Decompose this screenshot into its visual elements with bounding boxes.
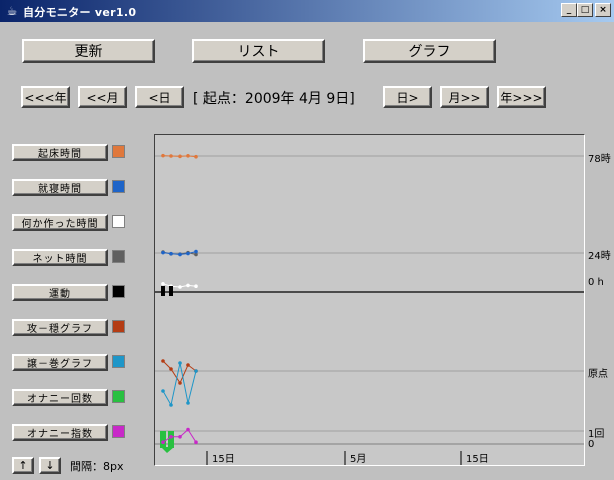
sleep-time-point: [178, 252, 182, 257]
minimize-button[interactable]: _: [561, 3, 577, 17]
count-arrow: [161, 447, 174, 453]
x-tick-label: 15日: [212, 454, 235, 465]
scroll-up-button[interactable]: ↑: [12, 457, 34, 474]
sleep-time-point: [169, 251, 173, 256]
update-button[interactable]: 更新: [22, 39, 155, 63]
axis-label-0h: 0 h: [588, 277, 604, 288]
next-month-button[interactable]: 月>>: [440, 86, 489, 108]
yield-roll-graph-point: [178, 361, 182, 365]
title-bar: ☕ 自分モニター ver1.0 _ □ ×: [0, 0, 614, 22]
sleep-time-point: [194, 249, 198, 254]
next-day-button[interactable]: 日>: [383, 86, 432, 108]
prev-year-button[interactable]: <<<年: [21, 86, 70, 108]
list-button[interactable]: リスト: [192, 39, 325, 63]
legend-button[interactable]: 何か作った時間: [12, 214, 108, 231]
legend-button[interactable]: オナニー回数: [12, 389, 108, 406]
next-year-button[interactable]: 年>>>: [497, 86, 546, 108]
axis-label-1-count: 1回: [588, 429, 605, 440]
made-time-point: [161, 282, 165, 286]
yield-roll-graph-point: [186, 401, 190, 405]
index-graph-point: [169, 435, 173, 439]
legend-button[interactable]: 攻－穏グラフ: [12, 319, 108, 336]
legend-color-swatch: [112, 215, 125, 228]
exercise-bar: [169, 286, 173, 296]
wake-time-point: [161, 153, 165, 158]
wake-time-point: [178, 154, 182, 159]
chart-area: 15日 5月 15日: [154, 134, 585, 466]
legend-color-swatch: [112, 425, 125, 438]
index-graph-point: [161, 440, 165, 445]
sleep-time-point: [161, 250, 165, 255]
made-time-point: [194, 284, 198, 288]
prev-month-button[interactable]: <<月: [78, 86, 127, 108]
made-time-point: [178, 285, 182, 289]
legend-color-swatch: [112, 285, 125, 298]
legend-color-swatch: [112, 250, 125, 263]
attack-calm-graph-point: [161, 359, 165, 363]
legend-color-swatch: [112, 390, 125, 403]
wake-time-point: [186, 154, 190, 158]
axis-label-origin: 原点: [588, 369, 608, 380]
count-bar: [160, 431, 166, 448]
axis-label-78h: 78時: [588, 154, 611, 165]
x-tick-label: 5月: [350, 453, 366, 465]
count-bar: [168, 431, 174, 448]
index-graph-point: [178, 435, 182, 439]
wake-time-point: [194, 154, 198, 159]
legend-color-swatch: [112, 145, 125, 158]
chart-svg: 15日 5月 15日: [155, 153, 584, 465]
maximize-button[interactable]: □: [577, 3, 593, 17]
legend-button[interactable]: オナニー指数: [12, 424, 108, 441]
interval-label: 間隔：8px: [70, 460, 124, 473]
attack-calm-graph-point: [169, 367, 173, 371]
legend-button[interactable]: 起床時間: [12, 144, 108, 161]
prev-day-button[interactable]: <日: [135, 86, 184, 108]
axis-label-24h: 24時: [588, 251, 611, 262]
legend-color-swatch: [112, 180, 125, 193]
wake-time-point: [169, 154, 173, 158]
scroll-down-button[interactable]: ↓: [39, 457, 61, 474]
legend-button[interactable]: 譲－巻グラフ: [12, 354, 108, 371]
graph-button[interactable]: グラフ: [363, 39, 496, 63]
index-graph-point: [186, 427, 190, 432]
sleep-time-point: [186, 251, 190, 256]
yield-roll-graph-point: [194, 369, 198, 373]
legend-color-swatch: [112, 355, 125, 368]
x-tick-label: 15日: [466, 454, 489, 465]
start-date-label: [ 起点：2009年 4月 9日]: [193, 91, 355, 107]
yield-roll-graph-point: [161, 389, 165, 393]
legend-button[interactable]: 就寝時間: [12, 179, 108, 196]
made-time-point: [186, 283, 190, 288]
legend-button[interactable]: ネット時間: [12, 249, 108, 266]
legend-color-swatch: [112, 320, 125, 333]
axis-label-zero: 0: [588, 439, 595, 450]
legend-button[interactable]: 運動: [12, 284, 108, 301]
exercise-bar: [161, 286, 165, 296]
coffee-cup-icon: ☕: [6, 4, 18, 18]
index-graph-point: [194, 440, 198, 445]
yield-roll-graph-point: [169, 403, 173, 407]
attack-calm-graph-point: [178, 381, 182, 385]
attack-calm-graph-point: [186, 363, 190, 367]
window-title: 自分モニター ver1.0: [23, 6, 137, 19]
close-button[interactable]: ×: [595, 3, 611, 17]
